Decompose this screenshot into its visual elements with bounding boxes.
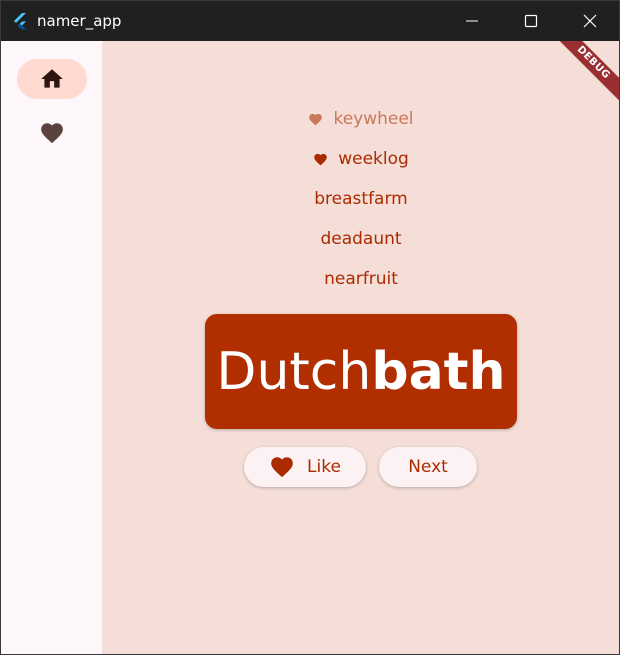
minimize-button[interactable] [443, 1, 501, 41]
history-item[interactable]: weeklog [102, 139, 619, 179]
close-button[interactable] [561, 1, 619, 41]
history-word: keywheel [333, 109, 414, 129]
next-button[interactable]: Next [379, 447, 477, 487]
like-label: Like [307, 457, 341, 477]
minimize-icon [466, 20, 478, 22]
window-title: namer_app [37, 12, 122, 30]
heart-icon [41, 123, 63, 144]
heart-icon [314, 153, 327, 165]
home-icon [41, 69, 63, 88]
history-item[interactable]: breastfarm [102, 179, 619, 219]
navigation-rail [1, 41, 102, 654]
pair-second-word: bath [371, 341, 506, 402]
title-bar[interactable]: namer_app [1, 1, 619, 41]
maximize-button[interactable] [502, 1, 560, 41]
next-label: Next [408, 457, 448, 477]
rail-item-favorites[interactable] [17, 113, 87, 153]
history-word: breastfarm [314, 189, 408, 209]
history-list: keywheel weeklog breastfarm deadaunt nea… [102, 99, 619, 299]
close-icon [583, 14, 597, 28]
history-word: deadaunt [320, 229, 402, 249]
heart-icon [309, 113, 323, 125]
history-item[interactable]: deadaunt [102, 219, 619, 259]
history-word: weeklog [338, 149, 409, 169]
maximize-icon [524, 14, 538, 28]
flutter-logo-icon [14, 13, 26, 30]
app-window: namer_app DEBUG keywheel weeklog breastf… [0, 0, 620, 655]
generator-page: DEBUG keywheel weeklog breastfarm deadau… [102, 41, 619, 654]
history-item[interactable]: keywheel [102, 99, 619, 139]
history-item[interactable]: nearfruit [102, 259, 619, 299]
like-button[interactable]: Like [244, 447, 366, 487]
rail-item-home[interactable] [17, 59, 87, 99]
pair-first-word: Dutch [216, 341, 372, 402]
history-word: nearfruit [324, 269, 398, 289]
heart-icon [271, 457, 293, 478]
current-pair-card: Dutch bath [205, 314, 517, 429]
